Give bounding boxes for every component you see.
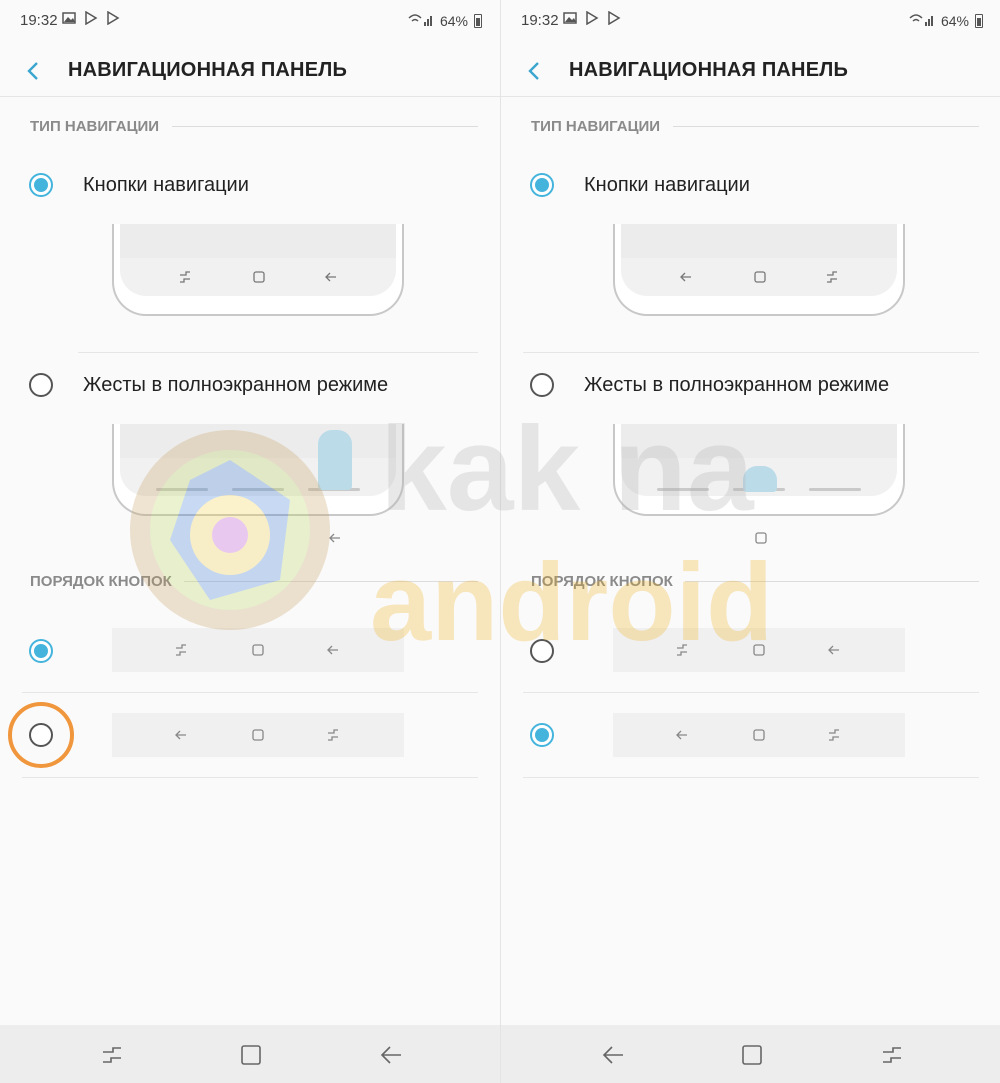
back-icon [329,533,340,543]
recents-icon [328,729,338,741]
order-preview-1[interactable] [613,628,905,672]
recents-icon [827,271,837,283]
system-nav-bar [0,1025,500,1083]
play-store-icon [585,10,599,26]
back-button[interactable] [20,57,48,85]
divider [685,581,979,582]
radio-fullscreen-gestures[interactable] [530,373,554,397]
highlight-ring [8,702,74,768]
radio-order-recents-home-back[interactable] [530,639,554,663]
order-preview-1[interactable] [112,628,404,672]
divider [523,692,979,693]
recents-icon [180,271,190,283]
gallery-icon [62,11,76,25]
divider [22,777,478,778]
gestures-preview [613,424,905,516]
home-icon [252,729,264,741]
divider [673,126,979,127]
chevron-left-icon [27,62,38,80]
divider [172,126,478,127]
back-icon [327,645,338,655]
status-bar: 19:32 64% [0,0,500,40]
battery-percent: 64% [439,12,468,29]
home-icon [253,271,265,283]
recents-icon[interactable] [101,1045,123,1065]
radio-fullscreen-gestures[interactable] [29,373,53,397]
section-header-nav-type: ТИП НАВИГАЦИИ [531,118,661,135]
radio-nav-buttons[interactable] [29,173,53,197]
wifi-signal-icon [408,12,434,29]
recents-icon [677,644,687,656]
back-icon [828,645,839,655]
back-button[interactable] [521,57,549,85]
radio-order-back-home-recents[interactable] [530,723,554,747]
section-header-button-order: ПОРЯДОК КНОПОК [531,573,673,590]
swipe-gesture-indicator [743,466,777,492]
play-store-icon [607,10,621,26]
order-preview-2[interactable] [112,713,404,757]
divider [78,352,478,353]
divider [22,692,478,693]
home-icon[interactable] [741,1045,763,1065]
section-header-nav-type: ТИП НАВИГАЦИИ [30,118,160,135]
radio-order-recents-home-back[interactable] [29,639,53,663]
order-preview-2[interactable] [613,713,905,757]
screen-right: 19:32 64% НАВИГАЦИОННАЯ ПАНЕЛЬ ТИП НАВИГ… [501,0,1000,1083]
divider [184,581,478,582]
option-label-nav-buttons[interactable]: Кнопки навигации [584,174,750,197]
gesture-hint-bar [156,488,208,491]
gesture-hint-bar [232,488,284,491]
back-icon [175,730,186,740]
home-icon [753,729,765,741]
screen-left: 19:32 64% НАВИГАЦИОННАЯ ПАНЕЛЬ ТИП НАВИГ… [0,0,500,1083]
back-icon[interactable] [602,1045,624,1065]
swipe-gesture-indicator [318,430,352,490]
back-icon [325,272,336,282]
app-bar: НАВИГАЦИОННАЯ ПАНЕЛЬ [0,45,500,97]
option-label-fullscreen-gestures[interactable]: Жесты в полноэкранном режиме [584,374,889,397]
recents-icon[interactable] [881,1045,903,1065]
option-label-fullscreen-gestures[interactable]: Жесты в полноэкранном режиме [83,374,388,397]
app-bar: НАВИГАЦИОННАЯ ПАНЕЛЬ [501,45,1000,97]
radio-nav-buttons[interactable] [530,173,554,197]
gestures-preview [112,424,404,516]
recents-icon [176,644,186,656]
recents-icon [829,729,839,741]
system-nav-bar [501,1025,1000,1083]
home-icon [755,532,767,544]
battery-icon [975,13,983,28]
battery-percent: 64% [940,12,969,29]
section-header-button-order: ПОРЯДОК КНОПОК [30,573,172,590]
nav-buttons-preview [112,224,404,316]
back-icon [676,730,687,740]
home-icon[interactable] [240,1045,262,1065]
wifi-signal-icon [909,12,935,29]
gesture-hint-bar [809,488,861,491]
divider [523,352,979,353]
gallery-icon [563,11,577,25]
nav-buttons-preview [613,224,905,316]
play-store-icon [106,10,120,26]
battery-icon [474,13,482,28]
divider [523,777,979,778]
page-title: НАВИГАЦИОННАЯ ПАНЕЛЬ [68,59,348,81]
gesture-hint-bar [657,488,709,491]
status-time: 19:32 [521,12,559,29]
status-time: 19:32 [20,12,58,29]
back-icon [680,272,691,282]
play-store-icon [84,10,98,26]
option-label-nav-buttons[interactable]: Кнопки навигации [83,174,249,197]
page-title: НАВИГАЦИОННАЯ ПАНЕЛЬ [569,59,849,81]
back-icon[interactable] [380,1045,402,1065]
chevron-left-icon [528,62,539,80]
home-icon [252,644,264,656]
status-bar: 19:32 64% [501,0,1000,40]
home-icon [753,644,765,656]
home-icon [754,271,766,283]
